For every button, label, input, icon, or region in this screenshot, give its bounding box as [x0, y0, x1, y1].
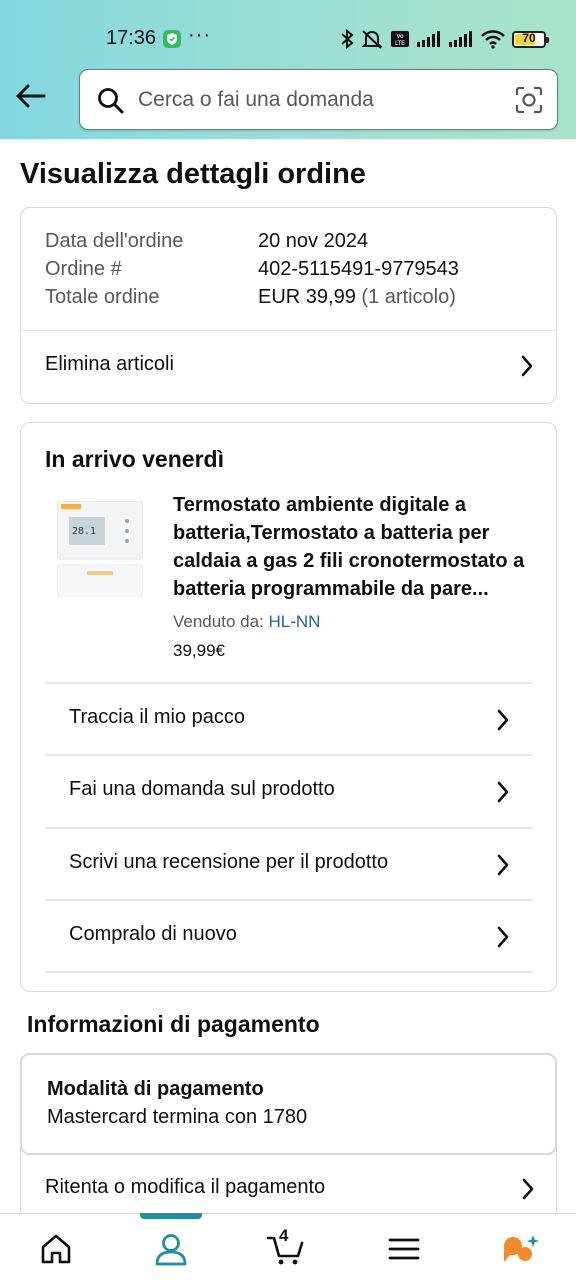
ask-question-label: Fai una domanda sul prodotto [69, 778, 335, 800]
track-package-row[interactable]: Traccia il mio pacco [45, 682, 532, 755]
buy-again-row[interactable]: Compralo di nuovo [45, 899, 532, 972]
search-bar[interactable]: Cerca o fai una domanda [79, 69, 558, 130]
wifi-icon [481, 30, 505, 49]
delete-items-row[interactable]: Elimina articoli [21, 331, 556, 403]
retry-payment-link[interactable]: Ritenta o modifica il pagamento [45, 1176, 325, 1199]
order-number-value: 402-5115491-9779543 [258, 258, 459, 280]
svg-text:LTE: LTE [395, 40, 405, 47]
volte-icon: Vo LTE [391, 31, 409, 47]
svg-text:Vo: Vo [396, 33, 404, 40]
track-package-label: Traccia il mio pacco [69, 706, 245, 728]
ask-question-row[interactable]: Fai una domanda sul prodotto [45, 754, 532, 827]
battery-icon: 70 [512, 30, 549, 48]
status-time: 17:36 [106, 27, 157, 49]
bluetooth-icon [341, 28, 354, 50]
sold-by: Venduto da: HL-NN [173, 612, 320, 632]
menu-icon[interactable] [384, 1232, 424, 1266]
shipment-title: In arrivo venerdì [45, 446, 224, 472]
product-title[interactable]: Termostato ambiente digitale a batteria,… [173, 491, 538, 603]
page-title: Visualizza dettagli ordine [20, 158, 366, 190]
home-icon[interactable] [36, 1232, 76, 1266]
delete-items-label: Elimina articoli [45, 353, 174, 375]
cart-button[interactable]: 4 [266, 1226, 306, 1266]
account-icon[interactable] [151, 1232, 191, 1266]
active-tab-indicator [140, 1213, 202, 1219]
buy-again-label: Compralo di nuovo [69, 923, 237, 945]
order-number-label: Ordine # [45, 258, 122, 280]
product-thumbnail[interactable]: 28.1 [57, 501, 143, 597]
app-header: 17:36 ··· Vo LTE 70 Cerca o fai una doma… [0, 0, 576, 139]
muted-bell-icon [361, 30, 383, 49]
order-total-value: EUR 39,99 [258, 286, 356, 308]
search-icon [98, 88, 124, 114]
order-date-label: Data dell'ordine [45, 230, 184, 252]
payment-method-value: Mastercard termina con 1780 [47, 1106, 308, 1128]
payment-method-box: Modalità di pagamento Mastercard termina… [20, 1053, 557, 1155]
payment-method-label: Modalità di pagamento [47, 1078, 264, 1100]
order-total: EUR 39,99 (1 articolo) [258, 286, 456, 309]
product-price: 39,99€ [173, 641, 225, 660]
thumbnail-display-text: 28.1 [72, 526, 96, 537]
security-shield-icon [163, 30, 181, 48]
cart-count-badge: 4 [279, 1226, 289, 1245]
chevron-right-icon[interactable] [521, 1178, 535, 1200]
chevron-right-icon [497, 854, 509, 876]
write-review-row[interactable]: Scrivi una recensione per il prodotto [45, 827, 532, 900]
camera-lens-icon[interactable] [515, 86, 543, 114]
seller-link[interactable]: HL-NN [269, 612, 321, 631]
order-summary-card: Data dell'ordine 20 nov 2024 Ordine # 40… [20, 207, 557, 404]
shipment-card: In arrivo venerdì 28.1 Termostato ambien… [20, 422, 557, 992]
chevron-right-icon [497, 781, 509, 803]
payment-section-title: Informazioni di pagamento [27, 1011, 320, 1037]
order-total-items: (1 articolo) [361, 286, 456, 308]
write-review-label: Scrivi una recensione per il prodotto [69, 851, 389, 873]
order-total-label: Totale ordine [45, 286, 160, 308]
search-input[interactable]: Cerca o fai una domanda [138, 88, 374, 112]
status-bar: 17:36 ··· Vo LTE 70 [0, 0, 576, 76]
sold-by-label: Venduto da: [173, 612, 264, 631]
signal-icon-2 [449, 31, 472, 47]
signal-icon-1 [417, 31, 440, 47]
bottom-nav: 4 [0, 1213, 576, 1280]
chevron-right-icon [497, 709, 509, 731]
chevron-right-icon [521, 355, 533, 377]
chevron-right-icon [497, 926, 509, 948]
rufus-assistant-icon[interactable] [500, 1232, 540, 1266]
status-more-dots: ··· [188, 24, 211, 46]
back-arrow-icon[interactable] [14, 82, 48, 110]
battery-level: 70 [522, 30, 536, 45]
status-icons: Vo LTE 70 [340, 26, 549, 52]
order-date-value: 20 nov 2024 [258, 230, 369, 252]
divider [45, 971, 532, 973]
